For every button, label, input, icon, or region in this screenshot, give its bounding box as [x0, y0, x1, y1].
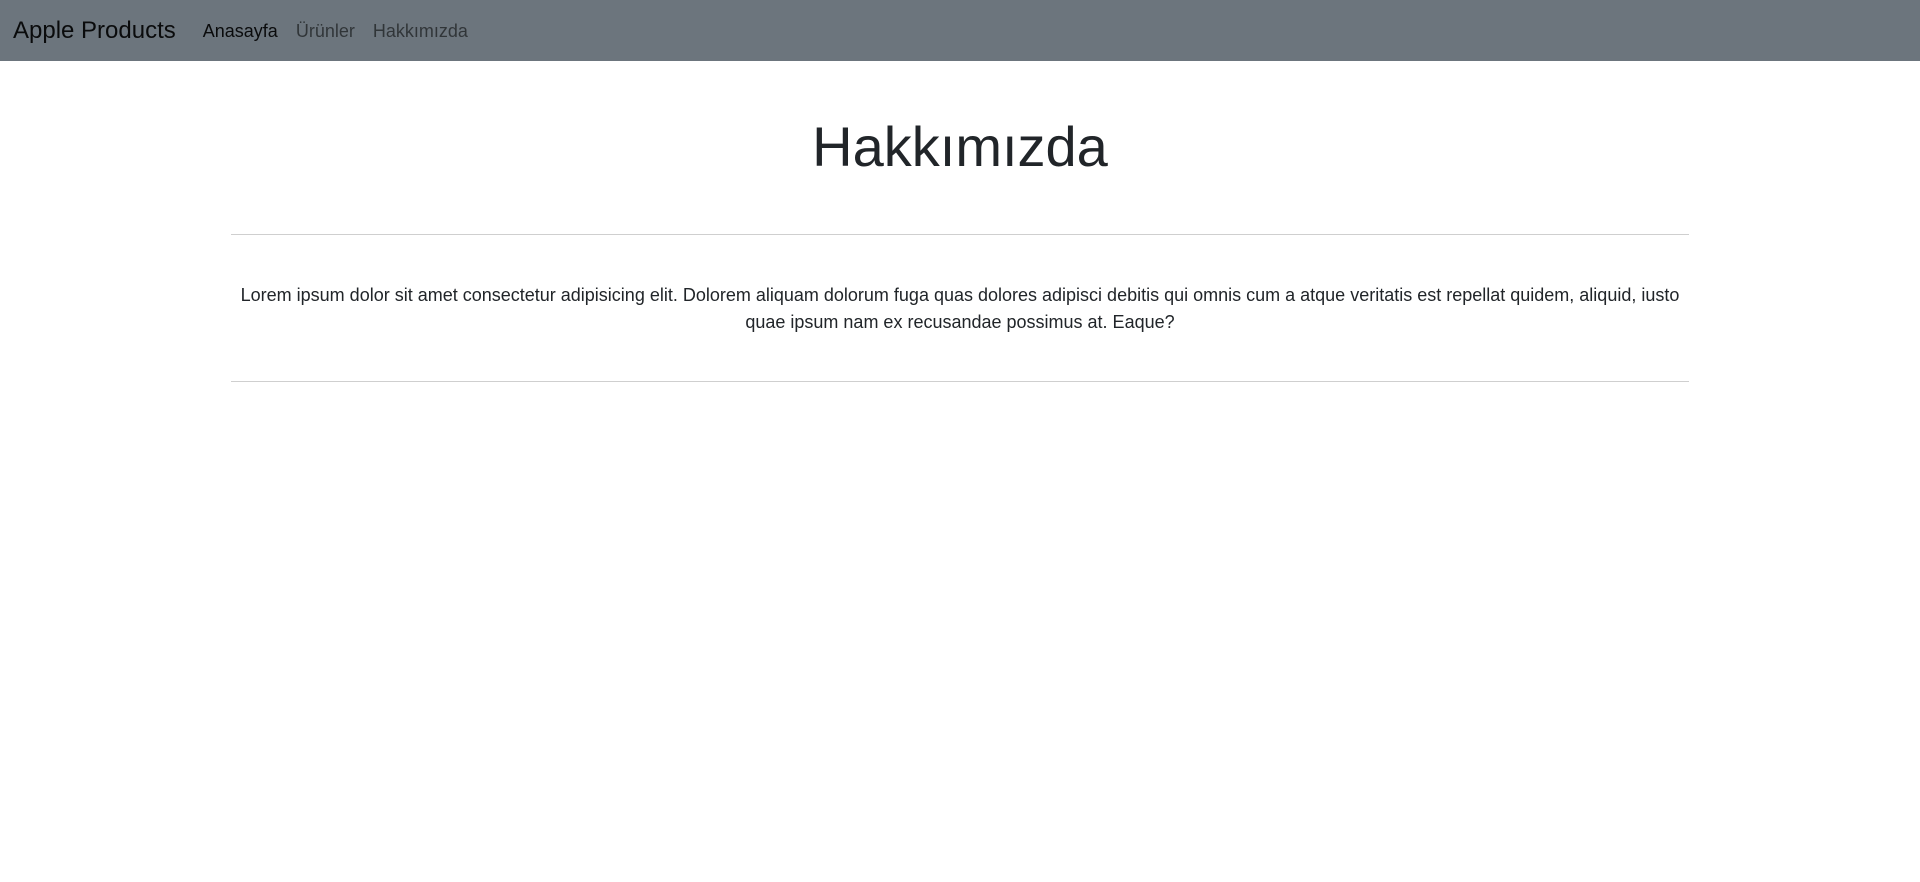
main-content: Hakkımızda Lorem ipsum dolor sit amet co…: [231, 61, 1689, 382]
page-title: Hakkımızda: [812, 115, 1108, 178]
top-divider: [231, 233, 1689, 235]
nav-link-hakkimizda[interactable]: Hakkımızda: [373, 22, 468, 40]
nav-link-anasayfa[interactable]: Anasayfa: [203, 22, 278, 40]
top-navbar: Apple Products Anasayfa Ürünler Hakkımız…: [0, 0, 1920, 61]
bottom-divider: [231, 380, 1689, 382]
nav-link-urunler[interactable]: Ürünler: [296, 22, 355, 40]
about-paragraph: Lorem ipsum dolor sit amet consectetur a…: [240, 284, 1680, 332]
navbar-brand[interactable]: Apple Products: [13, 18, 176, 43]
navbar-links: Anasayfa Ürünler Hakkımızda: [203, 22, 486, 40]
